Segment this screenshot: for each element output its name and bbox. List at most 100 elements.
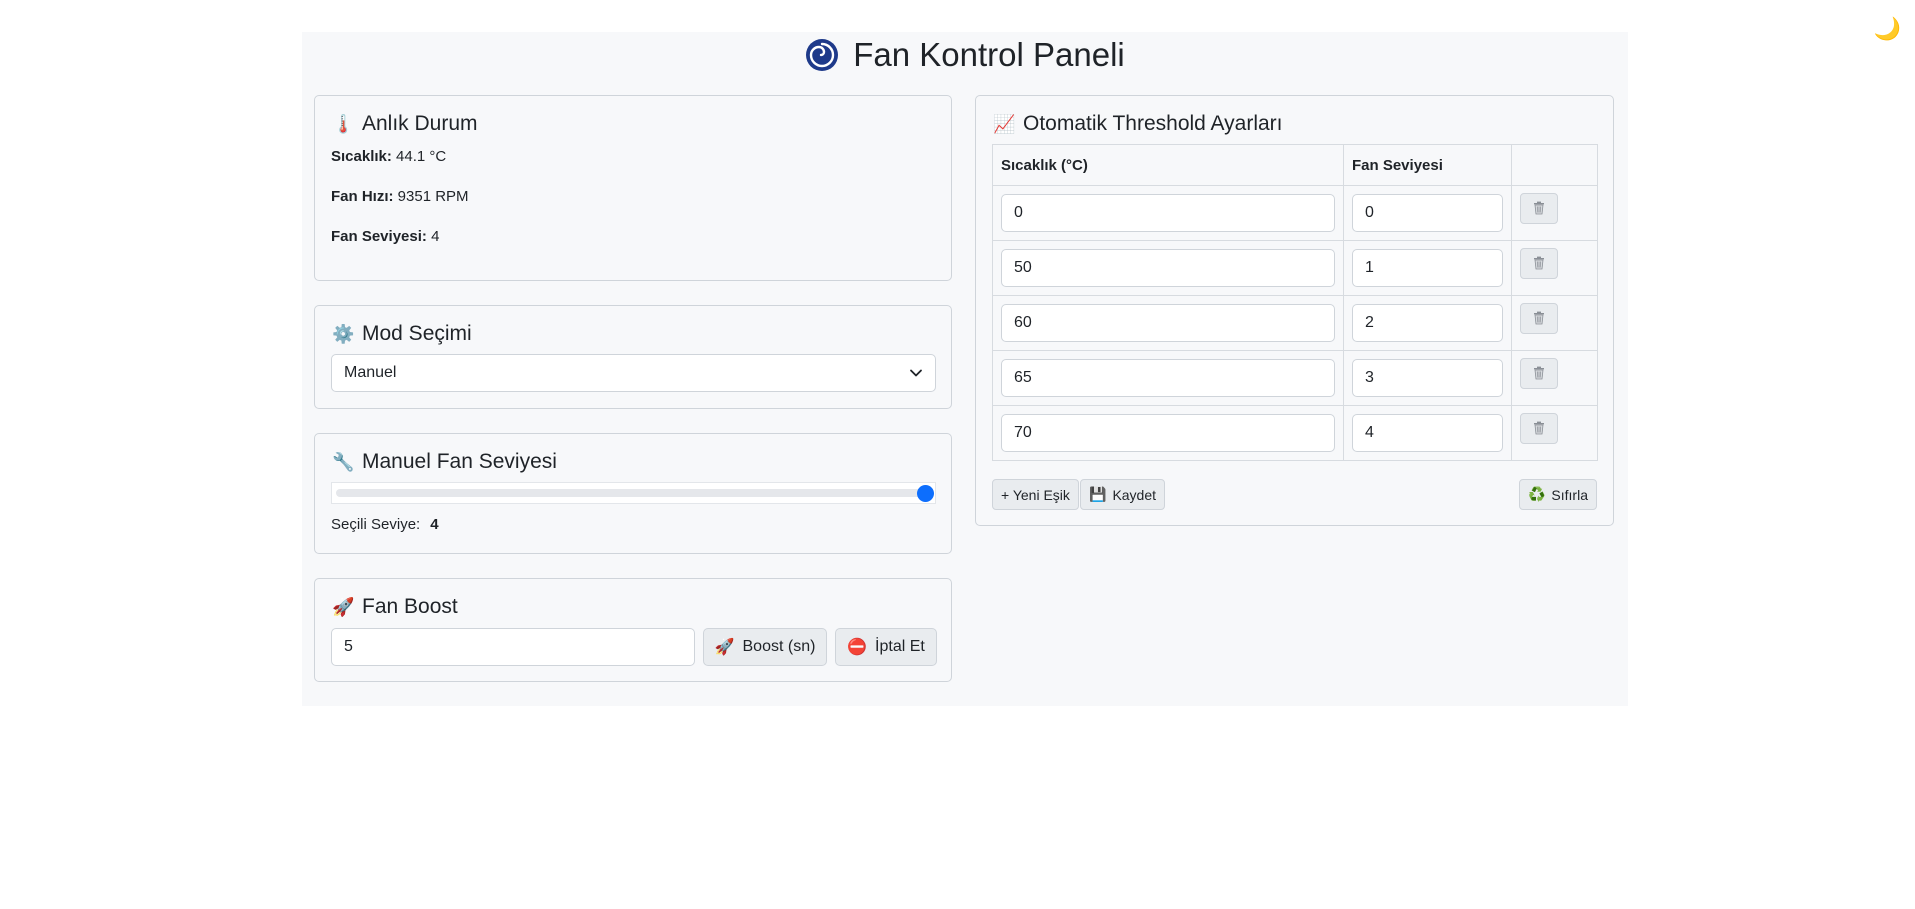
trash-icon: [1534, 421, 1544, 435]
add-threshold-label: + Yeni Eşik: [1001, 486, 1070, 503]
fan-level-stat: Fan Seviyesi: 4: [331, 228, 439, 245]
manual-level-card: 🔧 Manuel Fan Seviyesi Seçili Seviye: 4: [314, 433, 952, 554]
column-header-temperature: Sıcaklık (°C): [992, 144, 1344, 186]
swirl-icon: [806, 39, 839, 71]
cancel-boost-label: İptal Et: [875, 638, 925, 655]
fan-speed-label: Fan Hızı:: [331, 188, 394, 205]
thermometer-icon: 🌡️: [332, 113, 355, 134]
threshold-temp-value: 0: [1014, 204, 1023, 221]
manual-title-text: Manuel Fan Seviyesi: [362, 450, 557, 473]
reset-label: Sıfırla: [1551, 486, 1588, 503]
no-entry-icon: ⛔: [847, 639, 868, 656]
selected-level: Seçili Seviye: 4: [331, 516, 439, 533]
threshold-table-header: Sıcaklık (°C) Fan Seviyesi: [992, 144, 1598, 186]
threshold-table: Sıcaklık (°C) Fan Seviyesi 0 0 50 1 60 2…: [992, 144, 1598, 461]
trash-icon: [1534, 366, 1544, 380]
boost-duration-value: 5: [344, 638, 353, 655]
trash-icon: [1534, 311, 1544, 325]
boost-card-title: 🚀 Fan Boost: [332, 595, 458, 619]
chart-increasing-icon: 📈: [993, 113, 1016, 134]
boost-title-text: Fan Boost: [362, 595, 458, 618]
status-title-text: Anlık Durum: [362, 112, 478, 135]
add-threshold-button[interactable]: + Yeni Eşik: [992, 479, 1079, 510]
boost-duration-input[interactable]: 5: [331, 628, 695, 666]
slider-thumb[interactable]: [917, 485, 934, 502]
page-header: Fan Kontrol Paneli: [302, 32, 1628, 78]
threshold-temp-input[interactable]: 70: [1001, 414, 1335, 452]
trash-icon: [1534, 256, 1544, 270]
threshold-level-value: 3: [1365, 369, 1374, 386]
selected-level-label: Seçili Seviye:: [331, 516, 421, 533]
chevron-down-icon: [910, 369, 922, 377]
wrench-icon: 🔧: [332, 451, 355, 472]
rocket-icon: 🚀: [714, 639, 735, 656]
column-header-fan-level: Fan Seviyesi: [1343, 144, 1512, 186]
threshold-temp-input[interactable]: 65: [1001, 359, 1335, 397]
threshold-temp-value: 65: [1014, 369, 1032, 386]
recycle-icon: ♻️: [1527, 486, 1546, 502]
fan-speed-stat: Fan Hızı: 9351 RPM: [331, 188, 469, 205]
threshold-level-input[interactable]: 2: [1352, 304, 1503, 342]
fan-speed-value: 9351 RPM: [397, 188, 469, 205]
status-card: 🌡️ Anlık Durum Sıcaklık: 44.1 °C Fan Hız…: [314, 95, 952, 281]
threshold-temp-value: 50: [1014, 259, 1032, 276]
rocket-icon: 🚀: [332, 596, 355, 617]
threshold-temp-value: 60: [1014, 314, 1032, 331]
reset-thresholds-button[interactable]: ♻️ Sıfırla: [1518, 479, 1597, 510]
boost-button[interactable]: 🚀 Boost (sn): [703, 628, 827, 666]
manual-card-title: 🔧 Manuel Fan Seviyesi: [332, 450, 557, 474]
temperature-stat: Sıcaklık: 44.1 °C: [331, 148, 446, 165]
fan-level-label: Fan Seviyesi:: [331, 228, 427, 245]
column-header-actions: [1511, 144, 1598, 186]
threshold-temp-value: 70: [1014, 424, 1032, 441]
threshold-card-title: 📈 Otomatik Threshold Ayarları: [993, 112, 1283, 136]
mode-select-value: Manuel: [344, 364, 397, 381]
temperature-label: Sıcaklık:: [331, 148, 392, 165]
mode-title-text: Mod Seçimi: [362, 322, 472, 345]
threshold-row: 50 1: [992, 240, 1598, 296]
mode-card: ⚙️ Mod Seçimi Manuel: [314, 305, 952, 409]
fan-level-slider[interactable]: [331, 482, 936, 504]
dark-mode-toggle[interactable]: 🌙: [1874, 18, 1901, 40]
mode-card-title: ⚙️ Mod Seçimi: [332, 322, 472, 346]
slider-track: [336, 489, 931, 497]
threshold-row: 70 4: [992, 405, 1598, 461]
page-title: Fan Kontrol Paneli: [853, 36, 1125, 73]
boost-button-label: Boost (sn): [742, 638, 816, 655]
delete-threshold-button[interactable]: [1520, 357, 1558, 389]
threshold-level-value: 4: [1365, 424, 1374, 441]
cancel-boost-button[interactable]: ⛔ İptal Et: [835, 628, 937, 666]
delete-threshold-button[interactable]: [1520, 247, 1558, 279]
threshold-level-value: 0: [1365, 204, 1374, 221]
threshold-temp-input[interactable]: 60: [1001, 304, 1335, 342]
mode-select[interactable]: Manuel: [331, 354, 936, 392]
status-card-title: 🌡️ Anlık Durum: [332, 112, 478, 136]
delete-threshold-button[interactable]: [1520, 302, 1558, 334]
threshold-temp-input[interactable]: 0: [1001, 194, 1335, 232]
app-container: Fan Kontrol Paneli 🌡️ Anlık Durum Sıcakl…: [302, 32, 1628, 706]
trash-icon: [1534, 201, 1544, 215]
gear-icon: ⚙️: [332, 323, 355, 344]
delete-threshold-button[interactable]: [1520, 192, 1558, 224]
threshold-row: 60 2: [992, 295, 1598, 351]
temperature-value: 44.1 °C: [396, 148, 447, 165]
threshold-title-text: Otomatik Threshold Ayarları: [1023, 112, 1283, 135]
threshold-level-value: 1: [1365, 259, 1374, 276]
threshold-level-input[interactable]: 3: [1352, 359, 1503, 397]
threshold-level-input[interactable]: 4: [1352, 414, 1503, 452]
moon-icon[interactable]: 🌙: [1874, 16, 1901, 41]
threshold-level-value: 2: [1365, 314, 1374, 331]
threshold-level-input[interactable]: 1: [1352, 249, 1503, 287]
selected-level-value: 4: [430, 516, 439, 533]
threshold-row: 65 3: [992, 350, 1598, 406]
threshold-row: 0 0: [992, 185, 1598, 241]
threshold-temp-input[interactable]: 50: [1001, 249, 1335, 287]
save-label: Kaydet: [1112, 486, 1157, 503]
fan-level-value: 4: [431, 228, 440, 245]
delete-threshold-button[interactable]: [1520, 412, 1558, 444]
threshold-card: 📈 Otomatik Threshold Ayarları Sıcaklık (…: [975, 95, 1614, 526]
save-thresholds-button[interactable]: 💾 Kaydet: [1080, 479, 1166, 510]
threshold-level-input[interactable]: 0: [1352, 194, 1503, 232]
floppy-disk-icon: 💾: [1089, 486, 1107, 502]
fan-boost-card: 🚀 Fan Boost 5 🚀 Boost (sn) ⛔ İptal Et: [314, 578, 952, 682]
